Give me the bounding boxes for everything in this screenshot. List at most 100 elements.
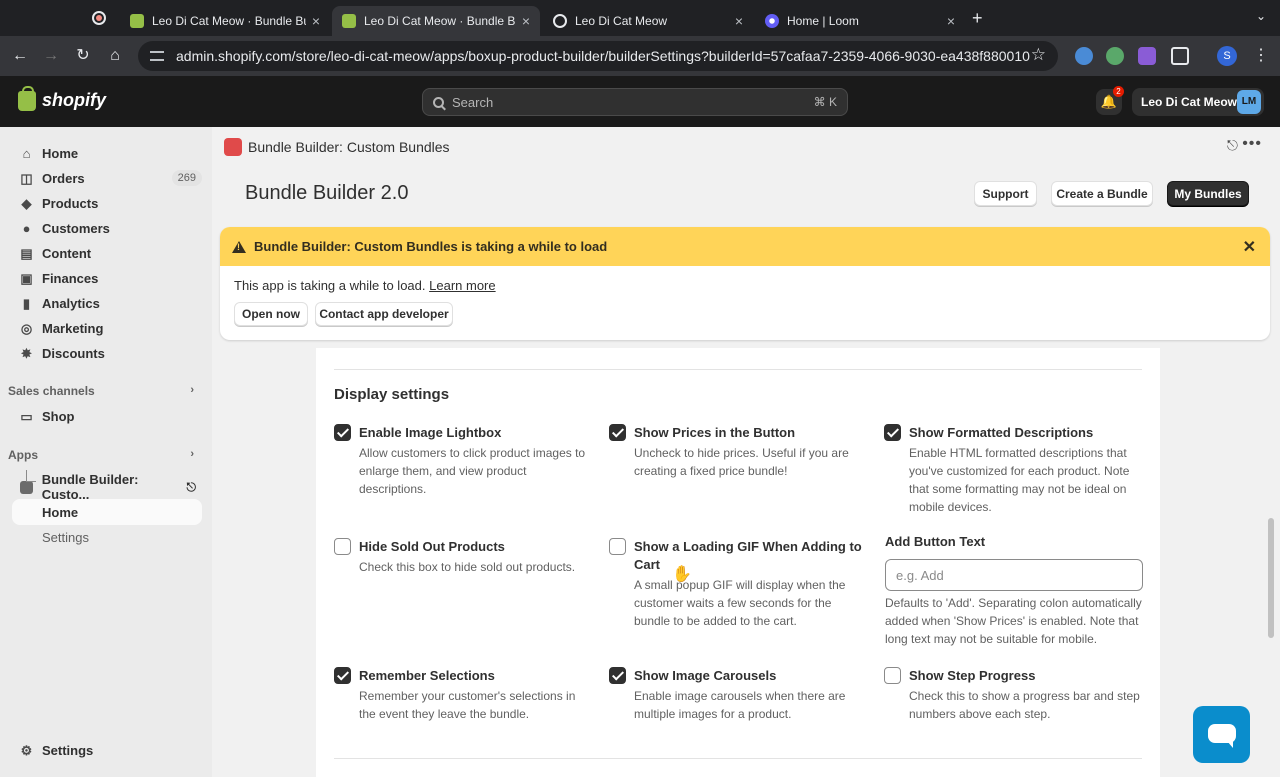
sidebar-item-label: Orders <box>42 170 85 186</box>
back-icon[interactable]: ← <box>9 45 31 67</box>
add-button-text-input[interactable] <box>885 559 1143 591</box>
option-label: Enable Image Lightbox <box>359 425 502 440</box>
search-input[interactable]: Search ⌘ K <box>422 88 848 116</box>
learn-more-link[interactable]: Learn more <box>429 278 495 293</box>
grammarly-icon[interactable] <box>1106 47 1124 65</box>
scrollbar[interactable] <box>1266 348 1276 777</box>
create-bundle-button[interactable]: Create a Bundle <box>1051 181 1153 206</box>
sidebar-item-label: Bundle Builder: Custo... <box>41 472 139 502</box>
sidebar-item-app-home[interactable]: Home <box>12 499 202 525</box>
contact-developer-button[interactable]: Contact app developer <box>315 302 453 326</box>
home-icon: ⌂ <box>22 145 31 161</box>
option-label: Show Image Carousels <box>634 668 777 683</box>
option-description: Remember your customer's selections in t… <box>359 689 576 721</box>
app-header: Bundle Builder: Custom Bundles ⎋ ••• <box>212 127 1280 165</box>
browser-menu-icon[interactable]: ⋮ <box>1250 45 1272 67</box>
bookmark-star-icon[interactable]: ☆ <box>1031 45 1046 65</box>
sidebar-item-shop[interactable]: ▭ Shop <box>12 403 202 429</box>
image-carousels-checkbox[interactable] <box>609 667 626 684</box>
close-icon[interactable]: × <box>735 13 743 29</box>
display-settings-card: Display settings Enable Image Lightbox A… <box>316 348 1160 777</box>
scrollbar-thumb[interactable] <box>1268 518 1274 638</box>
pin-icon[interactable]: ⎋ <box>1227 137 1238 154</box>
warning-icon <box>232 240 246 253</box>
browser-tab-bar: Leo Di Cat Meow · Bundle Bui × Leo Di Ca… <box>0 0 1280 36</box>
lightbox-checkbox[interactable] <box>334 424 351 441</box>
open-now-button[interactable]: Open now <box>234 302 308 326</box>
url-bar[interactable]: admin.shopify.com/store/leo-di-cat-meow/… <box>138 41 1058 71</box>
browser-tab-1[interactable]: Leo Di Cat Meow · Bundle Bui × <box>120 6 330 36</box>
forward-icon[interactable]: → <box>40 45 62 67</box>
loading-warning-banner: Bundle Builder: Custom Bundles is taking… <box>220 227 1270 340</box>
loom-icon <box>765 14 779 28</box>
tab-title: Leo Di Cat Meow <box>575 14 668 28</box>
option-label: Remember Selections <box>359 668 495 683</box>
store-menu-button[interactable]: Leo Di Cat Meow LM <box>1132 88 1264 116</box>
search-icon <box>433 96 444 108</box>
support-button[interactable]: Support <box>974 181 1037 206</box>
add-button-text-help: Defaults to 'Add'. Separating colon auto… <box>885 596 1142 646</box>
browser-tab-3[interactable]: Leo Di Cat Meow × <box>543 6 753 36</box>
sidebar-item-finances[interactable]: ▣ Finances <box>12 265 202 291</box>
page-title: Bundle Builder 2.0 <box>245 182 409 204</box>
sidebar-item-home[interactable]: ⌂ Home <box>12 140 202 166</box>
sidebar-item-label: Settings <box>42 529 89 545</box>
extension-icon[interactable] <box>1075 47 1093 65</box>
hide-sold-out-checkbox[interactable] <box>334 538 351 555</box>
close-icon[interactable]: × <box>312 13 320 29</box>
close-icon[interactable]: × <box>522 13 530 29</box>
loading-gif-checkbox[interactable] <box>609 538 626 555</box>
sidebar-item-bundle-builder[interactable]: Bundle Builder: Custo... ⎋ <box>12 472 202 502</box>
sidebar-item-label: Shop <box>42 408 75 424</box>
site-info-icon[interactable] <box>150 51 164 61</box>
sidebar-item-products[interactable]: ◆ Products <box>12 190 202 216</box>
app-icon <box>224 138 242 156</box>
close-icon[interactable]: ✕ <box>1243 237 1256 257</box>
shopify-topbar: shopify Search ⌘ K 🔔 2 Leo Di Cat Meow L… <box>0 76 1280 127</box>
recording-icon[interactable] <box>92 11 106 25</box>
extension-icon[interactable] <box>1138 47 1156 65</box>
notifications-button[interactable]: 🔔 2 <box>1096 86 1124 115</box>
pin-icon[interactable]: ⎋ <box>187 480 197 495</box>
sidebar-item-customers[interactable]: ● Customers <box>12 215 202 241</box>
profile-avatar[interactable]: S <box>1217 46 1237 66</box>
chevron-right-icon: › <box>190 384 194 396</box>
formatted-descriptions-checkbox[interactable] <box>884 424 901 441</box>
section-title: Sales channels <box>8 384 95 398</box>
my-bundles-button[interactable]: My Bundles <box>1167 181 1249 206</box>
banner-title: Bundle Builder: Custom Bundles is taking… <box>254 239 608 254</box>
more-actions-icon[interactable]: ••• <box>1242 135 1262 153</box>
remember-selections-checkbox[interactable] <box>334 667 351 684</box>
sidebar-item-marketing[interactable]: ◎ Marketing <box>12 315 202 341</box>
sidebar-item-label: Discounts <box>42 345 105 361</box>
home-icon[interactable]: ⌂ <box>104 45 126 67</box>
shopify-logo[interactable]: shopify <box>18 85 106 111</box>
orders-count-badge: 269 <box>171 170 202 186</box>
step-progress-checkbox[interactable] <box>884 667 901 684</box>
puzzle-icon[interactable] <box>1171 47 1189 65</box>
sidebar-item-orders[interactable]: ◫ Orders 269 <box>12 165 202 191</box>
sidebar-item-label: Settings <box>42 742 94 758</box>
chevron-right-icon: › <box>190 448 194 460</box>
sales-channels-header[interactable]: Sales channels › <box>8 384 198 398</box>
sidebar-item-analytics[interactable]: ▮ Analytics <box>12 290 202 316</box>
option-label: Show Prices in the Button <box>634 425 796 440</box>
browser-tab-4[interactable]: Home | Loom × <box>755 6 965 36</box>
option-description: Enable HTML formatted descriptions that … <box>909 446 1130 514</box>
search-shortcut: ⌘ K <box>813 95 837 109</box>
reload-icon[interactable]: ↻ <box>72 45 94 67</box>
chat-widget-button[interactable] <box>1193 706 1250 763</box>
close-icon[interactable]: × <box>947 13 955 29</box>
discount-icon: ✸ <box>21 345 32 361</box>
globe-icon <box>553 14 567 28</box>
sidebar-item-app-settings[interactable]: Settings <box>12 524 202 550</box>
sidebar-item-settings[interactable]: ⚙ Settings <box>12 737 202 763</box>
new-tab-icon[interactable]: + <box>972 8 983 29</box>
apps-header[interactable]: Apps › <box>8 448 198 462</box>
sidebar-item-content[interactable]: ▤ Content <box>12 240 202 266</box>
notification-count: 2 <box>1113 86 1124 97</box>
browser-tab-2[interactable]: Leo Di Cat Meow · Bundle Bui × <box>332 6 540 36</box>
sidebar-item-discounts[interactable]: ✸ Discounts <box>12 340 202 366</box>
prices-checkbox[interactable] <box>609 424 626 441</box>
tab-search-icon[interactable]: ⌄ <box>1256 9 1266 23</box>
